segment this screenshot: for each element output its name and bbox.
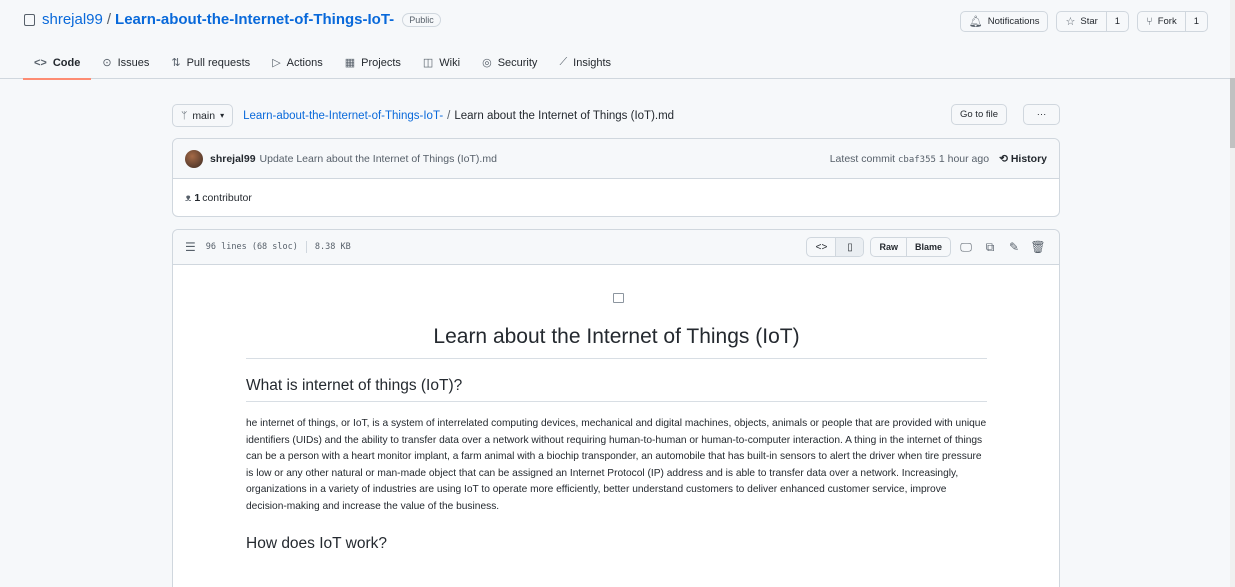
pull-request-icon: ⇅ (171, 57, 181, 69)
tab-label: Issues (117, 56, 150, 69)
tab-label: Security (497, 56, 538, 69)
avatar[interactable] (185, 149, 203, 168)
branch-icon: ᛘ (181, 109, 188, 122)
more-options-button[interactable]: ··· (1023, 104, 1060, 125)
tab-label: Insights (573, 56, 612, 69)
table-icon: ▦ (344, 57, 356, 69)
history-label: History (1010, 152, 1047, 165)
star-icon: ☆ (1065, 16, 1076, 28)
notifications-label: Notifications (987, 16, 1040, 27)
repo-separator: / (106, 11, 112, 28)
tab-actions[interactable]: ▷ Actions (261, 46, 334, 79)
tab-issues[interactable]: ⊙ Issues (91, 46, 160, 79)
repo-icon (24, 13, 35, 26)
latest-commit-label: Latest commit (829, 152, 896, 165)
tab-pull-requests[interactable]: ⇅ Pull requests (160, 46, 261, 79)
tab-insights[interactable]: ⟋ Insights (548, 46, 622, 79)
fork-button[interactable]: ⑂ Fork 1 (1137, 11, 1208, 32)
history-icon: ⟲ (999, 152, 1008, 165)
file-tools: <> ▯ Raw Blame 🖵︎ ⧉ ✎ 🗑︎ (806, 237, 1047, 257)
repo-actions: 🔔︎ Notifications ☆ Star 1 ⑂ Fork 1 (959, 11, 1208, 32)
tab-label: Pull requests (186, 56, 251, 69)
commit-author-link[interactable]: shrejal99 (210, 153, 256, 165)
breadcrumb-repo-link[interactable]: Learn-about-the-Internet-of-Things-IoT- (243, 110, 443, 122)
copy-icon[interactable]: ⧉ (981, 240, 999, 255)
repo-title: shrejal99 / Learn-about-the-Internet-of-… (24, 11, 441, 28)
breadcrumb: ᛘ main ▾ Learn-about-the-Internet-of-Thi… (172, 104, 674, 127)
breadcrumb-separator: / (447, 109, 451, 122)
file-size: 8.38 KB (314, 242, 351, 252)
blame-button[interactable]: Blame (905, 238, 950, 256)
latest-commit-row: shrejal99 Update Learn about the Interne… (173, 139, 1059, 179)
pencil-icon[interactable]: ✎ (1005, 240, 1023, 254)
tab-wiki[interactable]: ◫ Wiki (412, 46, 471, 79)
desktop-icon[interactable]: 🖵︎ (957, 240, 975, 255)
paragraph: he internet of things, or IoT, is a syst… (246, 418, 987, 512)
tab-label: Actions (286, 56, 323, 69)
issue-icon: ⊙ (102, 57, 112, 69)
section-heading: How does IoT work? (246, 535, 387, 553)
notifications-button[interactable]: 🔔︎ Notifications (959, 11, 1049, 32)
preview-file-icon[interactable]: ▯ (835, 238, 864, 256)
page-scrollbar[interactable] (1230, 0, 1235, 587)
shield-icon: ◎ (482, 57, 492, 69)
section-heading: What is internet of things (IoT)? (246, 377, 987, 402)
code-view-icon[interactable]: <> (807, 238, 835, 256)
people-icon: ᴥ (185, 192, 192, 204)
file-header: ☰ 96 lines (68 sloc) 8.38 KB <> ▯ Raw Bl… (173, 230, 1059, 265)
tab-code[interactable]: <> Code (23, 46, 92, 80)
markdown-body: Learn about the Internet of Things (IoT)… (173, 293, 1059, 559)
bell-icon: 🔔︎ (968, 16, 983, 28)
book-icon: ◫ (422, 57, 434, 69)
file-viewer: ☰ 96 lines (68 sloc) 8.38 KB <> ▯ Raw Bl… (172, 229, 1060, 587)
repo-owner-link[interactable]: shrejal99 (42, 11, 103, 28)
star-count: 1 (1105, 12, 1120, 31)
tab-label: Projects (361, 56, 401, 69)
star-label: Star (1080, 16, 1098, 27)
latest-commit-info: Latest commit cbaf355 1 hour ago (830, 153, 989, 165)
repo-name-link[interactable]: Learn-about-the-Internet-of-Things-IoT- (115, 11, 394, 28)
tab-projects[interactable]: ▦ Projects (334, 46, 412, 79)
view-toggle: <> ▯ (806, 237, 865, 257)
contributors-row: ᴥ 1 contributor (173, 179, 1059, 217)
broken-image-icon (613, 293, 624, 303)
go-to-file-button[interactable]: Go to file (951, 104, 1008, 125)
repo-header: shrejal99 / Learn-about-the-Internet-of-… (0, 0, 1235, 80)
play-icon: ▷ (272, 57, 281, 69)
raw-button[interactable]: Raw (871, 238, 906, 256)
main-content: ᛘ main ▾ Learn-about-the-Internet-of-Thi… (0, 79, 1235, 587)
fork-count: 1 (1184, 12, 1199, 31)
repo-tabs: <> Code ⊙ Issues ⇅ Pull requests ▷ Actio… (23, 46, 622, 80)
trash-icon[interactable]: 🗑︎ (1029, 240, 1047, 254)
raw-blame-group: Raw Blame (870, 237, 951, 257)
history-link[interactable]: ⟲ History (999, 153, 1047, 165)
branch-name: main (192, 109, 216, 122)
document-title: Learn about the Internet of Things (IoT) (246, 325, 987, 359)
outline-list-icon[interactable]: ☰ (185, 240, 196, 254)
commit-time: 1 hour ago (938, 152, 990, 165)
commit-message-link[interactable]: Update Learn about the Internet of Thing… (260, 153, 497, 165)
branch-selector[interactable]: ᛘ main ▾ (172, 104, 234, 127)
commit-sha-link[interactable]: cbaf355 (898, 155, 936, 165)
tab-security[interactable]: ◎ Security (471, 46, 548, 79)
commit-box: shrejal99 Update Learn about the Interne… (172, 138, 1060, 217)
contributor-count: 1 (194, 192, 201, 204)
fork-label: Fork (1157, 16, 1177, 27)
tab-label: Wiki (439, 56, 461, 69)
divider (305, 241, 307, 253)
file-line-count: 96 lines (68 sloc) (205, 242, 298, 252)
star-button[interactable]: ☆ Star 1 (1056, 11, 1130, 32)
code-icon: <> (34, 56, 47, 69)
fork-icon: ⑂ (1146, 15, 1153, 28)
chevron-down-icon: ▾ (220, 111, 225, 120)
visibility-badge: Public (402, 12, 441, 27)
breadcrumb-file-name: Learn about the Internet of Things (IoT)… (454, 109, 675, 122)
tab-label: Code (52, 56, 81, 69)
contributor-label[interactable]: contributor (202, 192, 252, 204)
graph-icon: ⟋ (559, 56, 568, 68)
